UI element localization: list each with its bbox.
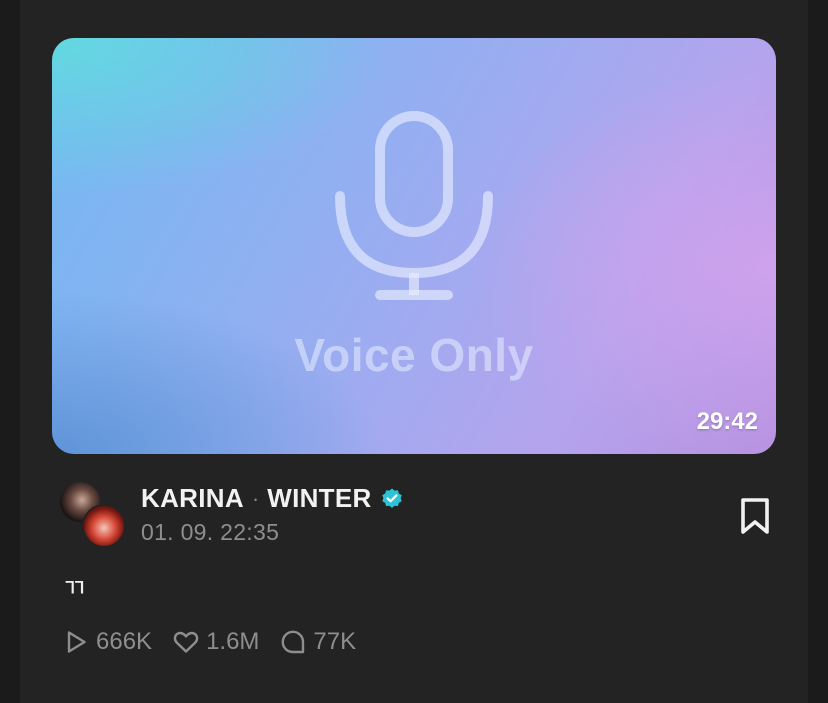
comments-stat[interactable]: 77K: [279, 628, 356, 656]
author-names[interactable]: KARINA · WINTER: [141, 483, 404, 514]
author-avatars[interactable]: [60, 482, 126, 548]
voice-media-thumbnail[interactable]: Voice Only 29:42: [52, 38, 776, 454]
post-text: ㄲ: [62, 574, 86, 604]
post-card: Voice Only 29:42 KARINA · WINTER 01. 09.…: [20, 0, 808, 703]
microphone-icon: [335, 111, 493, 300]
verified-badge-icon: [381, 488, 402, 508]
comments-count: 77K: [313, 628, 357, 655]
author-separator: ·: [251, 485, 260, 511]
author-name-1: KARINA: [141, 483, 244, 513]
page: Voice Only 29:42 KARINA · WINTER 01. 09.…: [0, 0, 828, 703]
voice-only-label: Voice Only: [294, 329, 534, 381]
likes-stat[interactable]: 1.6M: [172, 628, 259, 656]
plays-stat: 666K: [62, 628, 152, 656]
likes-count: 1.6M: [206, 628, 260, 655]
comment-icon: [282, 630, 305, 654]
play-icon: [67, 631, 86, 653]
bookmark-icon[interactable]: [737, 496, 773, 536]
media-duration: 29:42: [696, 408, 758, 435]
author-name-2: WINTER: [267, 483, 372, 513]
plays-count: 666K: [96, 628, 153, 655]
post-stats: 666K 1.6M 77K: [62, 624, 376, 660]
post-timestamp: 01. 09. 22:35: [141, 519, 280, 545]
heart-icon: [173, 631, 199, 653]
avatar-winter: [82, 504, 126, 548]
